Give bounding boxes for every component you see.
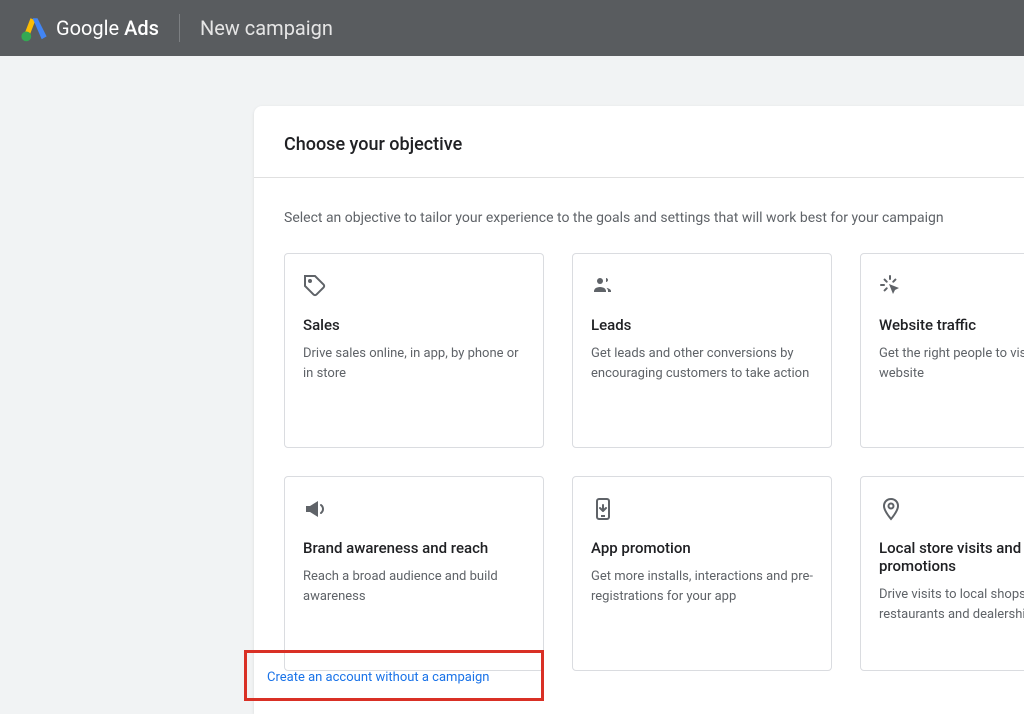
page-title: New campaign <box>200 16 333 40</box>
skip-link-highlight: Create an account without a campaign <box>244 650 544 701</box>
megaphone-icon <box>303 497 327 521</box>
objective-description: Select an objective to tailor your exper… <box>284 208 1024 229</box>
card-title: Choose your objective <box>284 134 1024 155</box>
objective-leads[interactable]: Leads Get leads and other conversions by… <box>572 253 832 448</box>
objective-local-store[interactable]: Local store visits and promotions Drive … <box>860 476 1024 671</box>
objective-title: Sales <box>303 316 525 334</box>
objective-desc: Get leads and other conversions by encou… <box>591 344 813 383</box>
objective-title: Website traffic <box>879 316 1024 334</box>
header-divider <box>179 14 180 42</box>
phone-download-icon <box>591 497 615 521</box>
click-icon <box>879 274 903 298</box>
logo-container: Google Ads <box>20 14 159 42</box>
objective-website-traffic[interactable]: Website traffic Get the right people to … <box>860 253 1024 448</box>
objective-desc: Drive visits to local shops, including r… <box>879 585 1024 624</box>
google-ads-logo-icon <box>20 14 48 42</box>
objective-title: Brand awareness and reach <box>303 539 525 557</box>
objective-desc: Reach a broad audience and build awarene… <box>303 567 525 606</box>
content-wrapper: Choose your objective Select an objectiv… <box>0 56 1024 714</box>
app-header: Google Ads New campaign <box>0 0 1024 56</box>
objective-desc: Get more installs, interactions and pre-… <box>591 567 813 606</box>
objective-title: Local store visits and promotions <box>879 539 1024 575</box>
location-icon <box>879 497 903 521</box>
create-account-without-campaign-link[interactable]: Create an account without a campaign <box>267 670 489 685</box>
objective-title: Leads <box>591 316 813 334</box>
card-body: Select an objective to tailor your exper… <box>254 178 1024 671</box>
objectives-grid: Sales Drive sales online, in app, by pho… <box>284 253 1024 671</box>
objective-title: App promotion <box>591 539 813 557</box>
objective-card-panel: Choose your objective Select an objectiv… <box>254 106 1024 714</box>
objective-brand-awareness[interactable]: Brand awareness and reach Reach a broad … <box>284 476 544 671</box>
objective-desc: Drive sales online, in app, by phone or … <box>303 344 525 383</box>
objective-desc: Get the right people to visit your websi… <box>879 344 1024 383</box>
objective-sales[interactable]: Sales Drive sales online, in app, by pho… <box>284 253 544 448</box>
objective-app-promotion[interactable]: App promotion Get more installs, interac… <box>572 476 832 671</box>
tag-icon <box>303 274 327 298</box>
card-header: Choose your objective <box>254 106 1024 178</box>
logo-text: Google Ads <box>56 16 159 40</box>
people-icon <box>591 274 615 298</box>
